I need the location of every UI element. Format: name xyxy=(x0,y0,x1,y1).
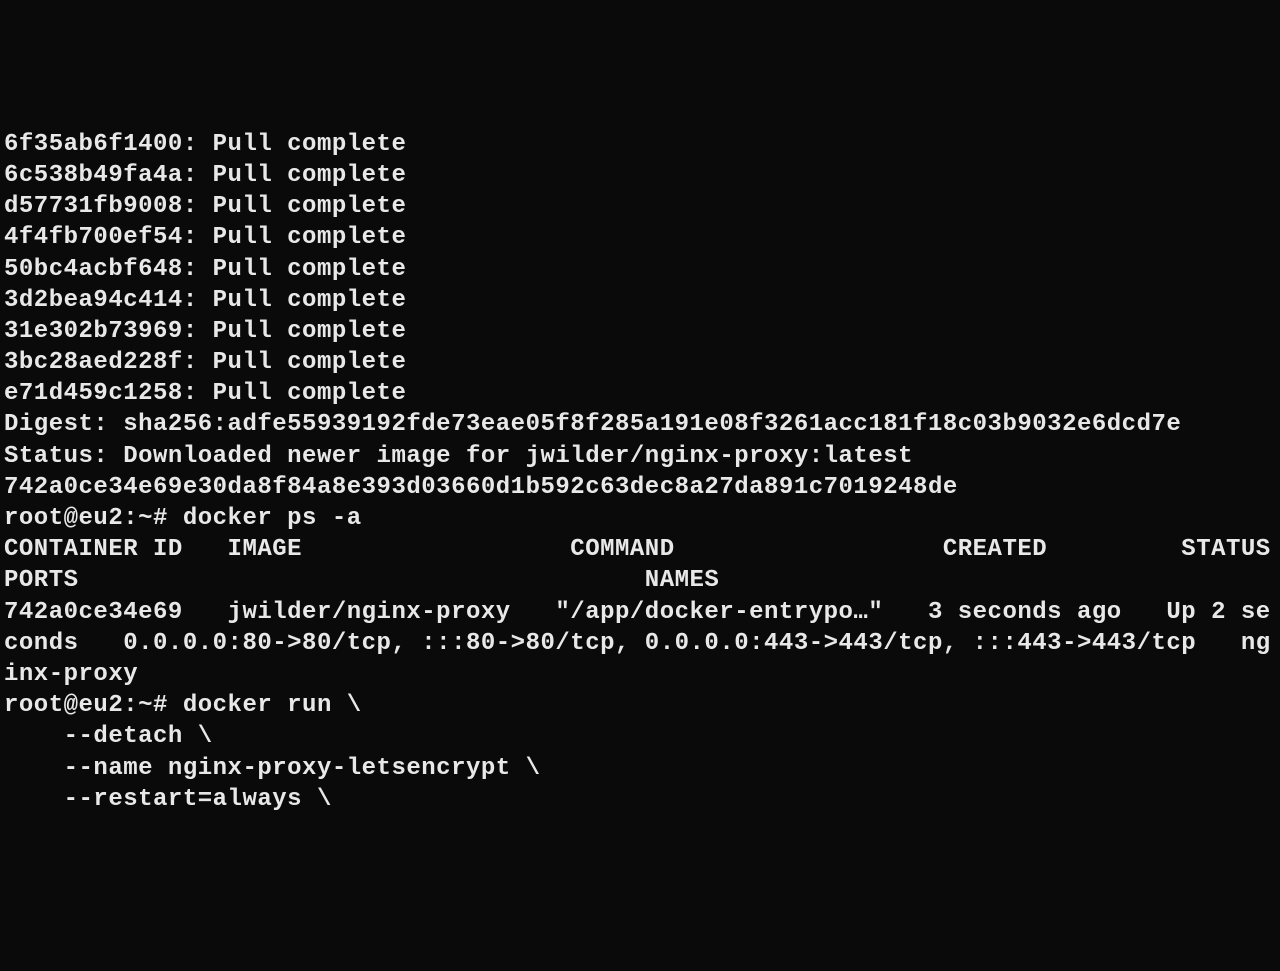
pull-complete-line: 6f35ab6f1400: Pull complete xyxy=(4,129,1276,160)
pull-complete-line: 3d2bea94c414: Pull complete xyxy=(4,285,1276,316)
pull-complete-line: 31e302b73969: Pull complete xyxy=(4,316,1276,347)
docker-run-arg: --name nginx-proxy-letsencrypt \ xyxy=(4,753,1276,784)
container-hash: 742a0ce34e69e30da8f84a8e393d03660d1b592c… xyxy=(4,472,1276,503)
pull-complete-line: e71d459c1258: Pull complete xyxy=(4,378,1276,409)
terminal-output[interactable]: 6f35ab6f1400: Pull complete6c538b49fa4a:… xyxy=(4,129,1276,815)
docker-run-arg: --detach \ xyxy=(4,721,1276,752)
docker-ps-row: 742a0ce34e69 jwilder/nginx-proxy "/app/d… xyxy=(4,597,1276,691)
shell-prompt: root@eu2:~# docker ps -a xyxy=(4,503,1276,534)
docker-ps-header: CONTAINER ID IMAGE COMMAND CREATED STATU… xyxy=(4,534,1276,596)
status-line: Status: Downloaded newer image for jwild… xyxy=(4,441,1276,472)
pull-complete-line: 4f4fb700ef54: Pull complete xyxy=(4,222,1276,253)
pull-complete-line: 6c538b49fa4a: Pull complete xyxy=(4,160,1276,191)
shell-prompt: root@eu2:~# docker run \ xyxy=(4,690,1276,721)
pull-complete-line: 3bc28aed228f: Pull complete xyxy=(4,347,1276,378)
pull-complete-line: 50bc4acbf648: Pull complete xyxy=(4,254,1276,285)
pull-complete-line: d57731fb9008: Pull complete xyxy=(4,191,1276,222)
digest-line: Digest: sha256:adfe55939192fde73eae05f8f… xyxy=(4,409,1276,440)
docker-run-arg: --restart=always \ xyxy=(4,784,1276,815)
